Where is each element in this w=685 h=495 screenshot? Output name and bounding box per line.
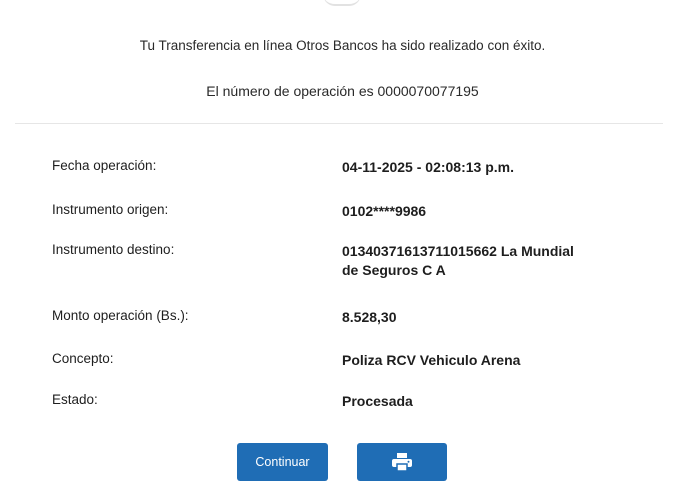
divider [15,123,663,124]
detail-label: Instrumento origen: [52,202,169,217]
operation-number-text: El número de operación es 0000070077195 [206,83,479,99]
detail-label: Concepto: [52,351,114,366]
detail-value: Procesada [342,393,413,409]
detail-label: Estado: [52,392,98,407]
success-check-icon [323,0,361,6]
detail-value: 01340371613711015662 La Mundial de Segur… [342,243,574,278]
printer-icon [392,453,412,471]
detail-label: Fecha operación: [52,158,157,173]
detail-value: Poliza RCV Vehiculo Arena [342,352,521,368]
detail-value: 0102****9986 [342,203,427,219]
detail-value: 04-11-2025 - 02:08:13 p.m. [342,159,514,175]
continue-button[interactable]: Continuar [237,443,328,481]
detail-label: Monto operación (Bs.): [52,308,189,323]
detail-value: 8.528,30 [342,309,397,325]
action-bar: Continuar [0,443,685,481]
success-message: Tu Transferencia en línea Otros Bancos h… [139,38,546,53]
transfer-confirmation-page: Tu Transferencia en línea Otros Bancos h… [0,0,685,495]
print-button[interactable] [357,443,447,481]
detail-label: Instrumento destino: [52,242,175,257]
